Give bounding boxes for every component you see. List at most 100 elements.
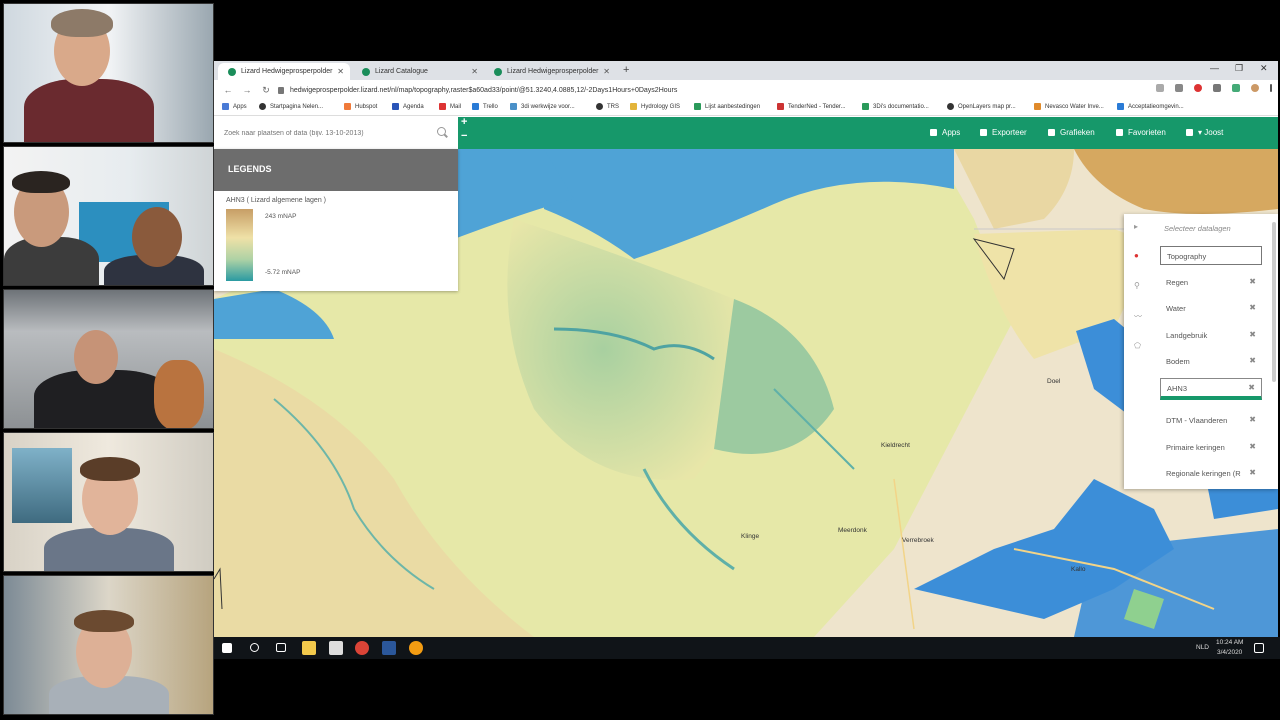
apps-button[interactable]: Apps	[930, 128, 960, 137]
search-icon[interactable]	[437, 127, 446, 136]
bookmark-item[interactable]: Trello	[472, 103, 498, 110]
remove-icon[interactable]: ✖	[1249, 303, 1256, 312]
layer-item-water[interactable]: Water ✖	[1160, 299, 1262, 318]
browser-tab-bar: Lizard Hedwigeprosperpolder ✕ Lizard Cat…	[214, 61, 1278, 80]
participant-video-4[interactable]	[3, 432, 214, 572]
bookmark-item[interactable]: Lijst aanbestedingen	[694, 103, 760, 110]
export-button[interactable]: Exporteer	[980, 128, 1027, 137]
close-window-icon[interactable]: ✕	[1260, 63, 1268, 74]
close-tab-icon[interactable]: ✕	[337, 67, 344, 76]
layer-item-landgebruik[interactable]: Landgebruik ✖	[1160, 326, 1262, 345]
map-label-doel: Doel	[1047, 378, 1061, 385]
top-navigation: + − Apps Exporteer Grafieken Favorieten …	[458, 116, 1278, 149]
search-input[interactable]	[224, 127, 424, 139]
bookmark-item[interactable]: 3di werkwijze voor...	[510, 103, 575, 110]
file-explorer-icon[interactable]	[302, 641, 316, 655]
zoom-out-button[interactable]: −	[461, 130, 467, 142]
legend-min-value: -5.72 mNAP	[265, 269, 301, 276]
bookmark-item[interactable]: Hydrology GIS	[630, 103, 680, 110]
close-tab-icon[interactable]: ✕	[603, 67, 610, 76]
layers-side-toolbar: ▸ ● ⚲ 〰 ⬠	[1124, 214, 1154, 489]
app-icon[interactable]	[409, 641, 423, 655]
bookmark-item[interactable]: Hubspot	[344, 103, 377, 110]
charts-button[interactable]: Grafieken	[1048, 128, 1095, 137]
remove-icon[interactable]: ✖	[1249, 330, 1256, 339]
bookmark-item[interactable]: Apps	[222, 103, 247, 110]
lizard-app: Doel Kieldrecht Klinge Meerdonk Verrebro…	[214, 116, 1278, 637]
restore-icon[interactable]: ❐	[1235, 63, 1243, 74]
profile-avatar[interactable]	[1251, 84, 1259, 92]
multi-point-icon[interactable]: ⚲	[1134, 281, 1140, 290]
remove-icon[interactable]: ✖	[1249, 415, 1256, 424]
layers-scrollbar[interactable]	[1272, 222, 1276, 382]
bookmark-item[interactable]: Mail	[439, 103, 461, 110]
extension-icon[interactable]	[1232, 84, 1240, 92]
participant-video-2[interactable]	[3, 146, 214, 286]
collapse-arrow-icon[interactable]: ▸	[1134, 222, 1138, 231]
store-icon[interactable]	[329, 641, 343, 655]
legend-color-ramp	[226, 209, 253, 281]
lizard-favicon-icon	[494, 67, 502, 76]
polygon-icon[interactable]: ⬠	[1134, 341, 1141, 350]
bookmark-item[interactable]: Startpagina Nelen...	[259, 103, 323, 110]
legend-title: LEGENDS	[214, 149, 458, 191]
language-indicator[interactable]: NLD	[1196, 644, 1209, 651]
bookmark-item[interactable]: Acceptatieomgevin...	[1117, 103, 1184, 110]
participant-video-3[interactable]	[3, 289, 214, 429]
tab-label: Lizard Hedwigeprosperpolder	[241, 68, 333, 75]
close-tab-icon[interactable]: ✕	[471, 67, 478, 76]
layer-item-dtm-vlaanderen[interactable]: DTM - Vlaanderen ✖	[1160, 411, 1262, 430]
remove-icon[interactable]: ✖	[1249, 442, 1256, 451]
layer-search-input[interactable]: Topography	[1160, 246, 1262, 265]
extension-icon[interactable]	[1213, 84, 1221, 92]
new-tab-button[interactable]: +	[623, 64, 629, 76]
chrome-icon[interactable]	[355, 641, 369, 655]
search-icon[interactable]	[250, 643, 259, 652]
map-label-klinge: Klinge	[741, 533, 760, 540]
bookmark-item[interactable]: 3Di's documentatio...	[862, 103, 929, 110]
notifications-icon[interactable]	[1254, 643, 1264, 653]
remove-icon[interactable]: ✖	[1248, 383, 1255, 392]
participant-video-1[interactable]	[3, 3, 214, 143]
forward-icon[interactable]: →	[242, 85, 252, 95]
layer-item-primaire-keringen[interactable]: Primaire keringen ✖	[1160, 438, 1262, 457]
clock-time[interactable]: 10:24 AM	[1216, 639, 1243, 646]
export-icon	[980, 129, 987, 136]
favorites-button[interactable]: Favorieten	[1116, 128, 1166, 137]
task-view-icon[interactable]	[276, 643, 286, 652]
remove-icon[interactable]: ✖	[1249, 277, 1256, 286]
layer-item-ahn3[interactable]: AHN3 ✖	[1160, 378, 1262, 400]
tab-lizard-hedwige-1[interactable]: Lizard Hedwigeprosperpolder ✕	[218, 63, 350, 80]
windows-start-icon[interactable]	[222, 643, 232, 653]
minimize-icon[interactable]: —	[1210, 63, 1219, 73]
tab-lizard-hedwige-2[interactable]: Lizard Hedwigeprosperpolder ✕	[484, 63, 616, 80]
participant-strip	[0, 0, 214, 720]
zoom-icon[interactable]	[1156, 84, 1164, 92]
participant-video-5[interactable]	[3, 575, 214, 715]
map-pin-icon[interactable]: ●	[1134, 251, 1139, 260]
zoom-in-button[interactable]: +	[461, 116, 467, 128]
clock-date[interactable]: 3/4/2020	[1217, 649, 1242, 656]
layer-item-regen[interactable]: Regen ✖	[1160, 273, 1262, 292]
remove-icon[interactable]: ✖	[1249, 356, 1256, 365]
address-bar: ← → ↻ hedwigeprosperpolder.lizard.net/nl…	[214, 80, 1278, 100]
word-icon[interactable]	[382, 641, 396, 655]
layer-item-regionale-keringen[interactable]: Regionale keringen (R ✖	[1160, 464, 1262, 483]
bookmark-item[interactable]: TenderNed - Tender...	[777, 103, 846, 110]
grid-icon	[930, 129, 937, 136]
menu-icon[interactable]	[1270, 84, 1272, 92]
layer-item-bodem[interactable]: Bodem ✖	[1160, 352, 1262, 371]
remove-icon[interactable]: ✖	[1249, 468, 1256, 477]
extension-icon[interactable]	[1194, 84, 1202, 92]
user-menu[interactable]: ▾ Joost	[1186, 128, 1223, 137]
tab-lizard-catalogue[interactable]: Lizard Catalogue ✕	[352, 63, 484, 80]
star-icon[interactable]	[1175, 84, 1183, 92]
back-icon[interactable]: ←	[223, 85, 233, 95]
reload-icon[interactable]: ↻	[261, 85, 271, 96]
line-icon[interactable]: 〰	[1134, 311, 1142, 322]
url-field[interactable]: hedwigeprosperpolder.lizard.net/nl/map/t…	[278, 83, 677, 97]
bookmark-item[interactable]: TRS	[596, 103, 619, 110]
bookmark-item[interactable]: Agenda	[392, 103, 424, 110]
bookmark-item[interactable]: OpenLayers map pr...	[947, 103, 1016, 110]
bookmark-item[interactable]: Nevasco Water Inve...	[1034, 103, 1104, 110]
